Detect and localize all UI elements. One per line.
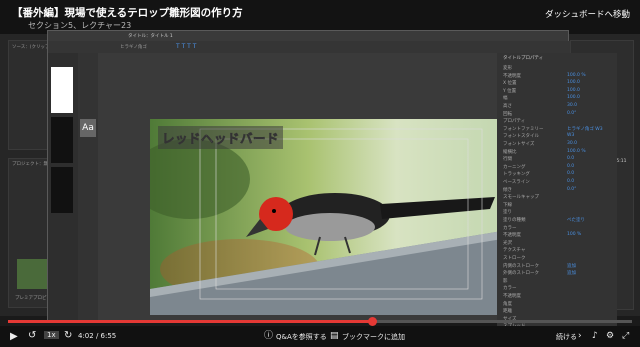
fullscreen-icon[interactable]: ⤢	[622, 330, 629, 342]
titler-tools: Aa	[78, 53, 98, 323]
prop-name: 光沢	[503, 240, 512, 246]
prop-name: テクスチャ	[503, 248, 526, 254]
prop-value[interactable]: 0.0	[567, 179, 574, 184]
prop-name: 回転	[503, 111, 512, 117]
prop-value[interactable]: 0.0°	[567, 111, 576, 116]
prop-value[interactable]: 追加	[567, 263, 576, 269]
style-swatch[interactable]: Aa	[80, 119, 96, 137]
source-panel: ソース：(クリップなし)	[8, 40, 60, 150]
prop-value[interactable]: 追加	[567, 270, 576, 276]
prop-name: 変形	[503, 66, 512, 71]
prop-value[interactable]: 100.0 %	[567, 149, 586, 154]
prop-value[interactable]: W3	[567, 133, 574, 138]
prop-name: スモールキャップ	[503, 195, 539, 201]
prop-name: 内側のストローク	[503, 263, 539, 269]
prop-name: 行間	[503, 157, 512, 163]
prop-name: 縦横比	[503, 149, 517, 155]
prop-name: 傾き	[503, 187, 512, 193]
prop-value[interactable]: 30.0	[567, 103, 577, 108]
lecture-header: 【番外編】現場で使えるテロップ雛形図の作り方 セクション5、レクチャー23 ダッ…	[0, 0, 640, 34]
prop-name: トラッキング	[503, 172, 530, 178]
prop-value[interactable]: 100.0	[567, 80, 580, 85]
prop-value[interactable]: 0.0°	[567, 187, 576, 192]
time-display: 4:02 / 6:55	[78, 332, 117, 340]
prop-name: プロパティ	[503, 119, 526, 125]
style-preview-1[interactable]	[51, 67, 73, 113]
style-preview-3[interactable]	[51, 167, 73, 213]
clip-label: プレミアプロピー	[15, 296, 51, 301]
titler-tab[interactable]: タイトル：タイトル 1	[128, 33, 173, 39]
prop-name: 下線	[503, 202, 512, 208]
prop-value[interactable]: 100.0 %	[567, 73, 586, 78]
prop-name: 外側のストローク	[503, 271, 539, 277]
font-select[interactable]: ヒラギノ角ゴ	[120, 44, 147, 50]
prop-name: ベースライン	[503, 180, 530, 185]
titler-canvas[interactable]: レッドヘッドバード	[150, 119, 502, 315]
canvas-title-text[interactable]: レッドヘッドバード	[158, 126, 284, 149]
next-icon[interactable]: ›	[578, 330, 582, 342]
prop-name: 幅	[503, 96, 508, 102]
bookmark-icon[interactable]: ▤	[330, 330, 339, 342]
prop-name: 距離	[503, 309, 512, 315]
qa-icon[interactable]: ⓘ	[264, 330, 273, 342]
prop-value[interactable]: ヒラギノ角ゴ W3	[567, 126, 603, 132]
player-controls: ▶ ↺ 1x ↻ 4:02 / 6:55 ⓘ Q&Aを参照する ▤ ブックマーク…	[0, 326, 640, 347]
prop-name: カラー	[503, 286, 517, 292]
qa-button[interactable]: Q&Aを参照する	[276, 332, 327, 342]
style-preview-2[interactable]	[51, 117, 73, 163]
prop-name: 不透明度	[503, 294, 521, 299]
prop-value[interactable]: べた塗り	[567, 217, 585, 223]
prop-value[interactable]: 0.0	[567, 156, 574, 161]
title-properties-panel: タイトルプロパティ 変形不透明度 100.0 % X 位置 100.0 Y 位置 100.…	[497, 53, 617, 347]
continue-button[interactable]: 続ける	[556, 332, 577, 342]
rewind-icon[interactable]: ↺	[28, 330, 36, 342]
prop-name: カラー	[503, 225, 517, 231]
prop-name: Y 位置	[503, 88, 517, 94]
progress-fill	[8, 320, 372, 323]
prop-name: X 位置	[503, 81, 517, 87]
prop-name: フォントスタイル	[503, 134, 539, 140]
volume-icon[interactable]: ♪	[592, 330, 598, 342]
prop-name: 不透明度	[503, 73, 521, 79]
bookmark-button[interactable]: ブックマークに追加	[342, 332, 405, 342]
play-icon[interactable]: ▶	[10, 331, 18, 343]
speed-button[interactable]: 1x	[44, 331, 59, 339]
prop-name: ストローク	[503, 256, 526, 261]
prop-name: フォントサイズ	[503, 142, 535, 147]
prop-value[interactable]: 100.0	[567, 95, 580, 100]
prop-name: 塗り	[503, 210, 512, 216]
prop-value[interactable]: 0.0	[567, 171, 574, 176]
prop-name: フォントファミリー	[503, 126, 544, 132]
prop-name: 角度	[503, 301, 512, 307]
gear-icon[interactable]: ⚙	[606, 330, 614, 342]
prop-value[interactable]: 0.0	[567, 164, 574, 169]
forward-icon[interactable]: ↻	[64, 330, 72, 342]
titler-window: タイトル：タイトル 1 ヒラギノ角ゴ T T T T Aa レッドヘッドバード …	[47, 30, 617, 347]
titler-styles-column	[48, 53, 78, 323]
prop-value[interactable]: 30.0	[567, 141, 577, 146]
prop-value[interactable]: 100.0	[567, 88, 580, 93]
prop-name: 不透明度	[503, 233, 521, 239]
prop-name: カーニング	[503, 164, 526, 170]
prop-name: 影	[503, 278, 508, 284]
props-heading: タイトルプロパティ	[503, 56, 544, 61]
text-format-icons[interactable]: T T T T	[176, 43, 236, 51]
dashboard-link[interactable]: ダッシュボードへ移動	[545, 8, 630, 20]
titler-toolbar: ヒラギノ角ゴ T T T T	[48, 41, 570, 53]
lecture-title: 【番外編】現場で使えるテロップ雛形図の作り方	[12, 7, 243, 19]
progress-knob[interactable]	[367, 317, 377, 326]
prop-name: 塗りの種類	[503, 218, 526, 223]
prop-name: 高さ	[503, 104, 512, 109]
prop-value[interactable]: 100 %	[567, 232, 581, 237]
